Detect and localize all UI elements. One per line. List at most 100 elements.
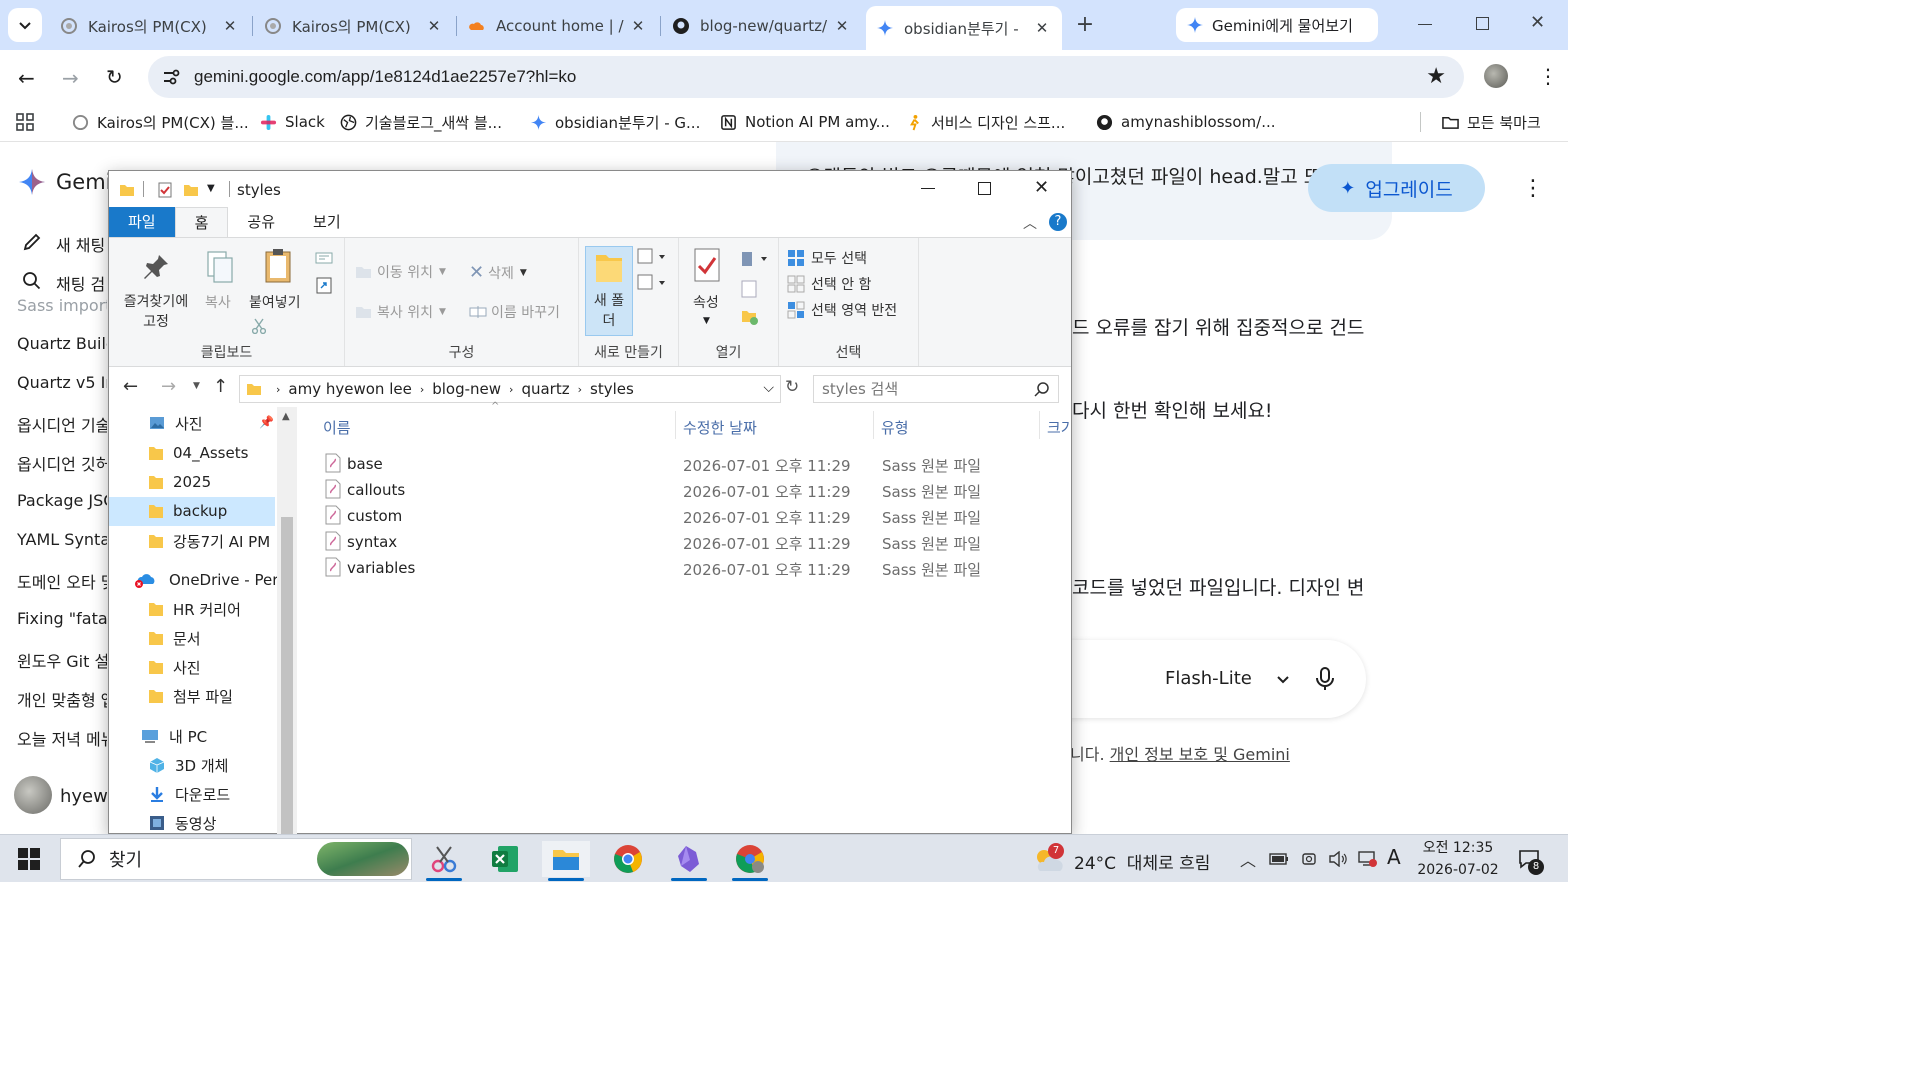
properties-quick-icon[interactable] [157,182,173,198]
nav-item-folder[interactable]: 2025 [149,468,211,496]
column-header-size[interactable]: 크기 [1047,417,1071,438]
close-window-icon[interactable]: ✕ [1530,12,1545,33]
column-header-name[interactable]: 이름 [323,417,351,438]
recent-locations-icon[interactable]: ▼ [193,381,200,391]
volume-icon[interactable] [1328,851,1348,867]
path-dropdown-icon[interactable]: ⌵ [763,380,774,396]
taskbar-app-chrome-profile[interactable] [726,841,774,881]
nav-item-pictures[interactable]: 사진 [149,409,203,437]
ask-gemini-button[interactable]: Gemini에게 물어보기 [1176,8,1378,42]
breadcrumb-segment[interactable]: amy hyewon lee [288,380,411,398]
new-folder-button[interactable]: 새 폴더 [585,246,633,336]
tab-search-button[interactable] [8,8,42,42]
copy-button[interactable]: 복사 [205,292,231,312]
apps-grid-icon[interactable] [16,113,34,131]
bookmark-item[interactable]: 서비스 디자인 스프... [906,110,1065,134]
breadcrumb-segment[interactable]: quartz [521,380,569,398]
close-tab-icon[interactable]: ✕ [424,17,444,35]
bookmark-item[interactable]: Kairos의 PM(CX) 블... [72,110,249,134]
recent-chat-item[interactable]: Package JSC [17,491,107,510]
easy-access-icon[interactable] [637,274,667,292]
nav-item-onedrive[interactable]: OneDrive - Perso [131,566,295,594]
more-options-icon[interactable]: ⋮ [1522,176,1544,201]
breadcrumb-segment[interactable]: blog-new [432,380,501,398]
back-icon[interactable]: ← [123,376,138,397]
collapse-ribbon-icon[interactable]: ︿ [1023,213,1037,233]
privacy-link[interactable]: 개인 정보 보호 및 Gemini [1110,745,1290,764]
recent-chat-item[interactable]: 개인 맞춤형 앱 [17,687,107,711]
delete-button[interactable]: ✕ 삭제 ▼ [469,262,527,283]
nav-scroll-thumb[interactable] [281,517,293,835]
profile-avatar[interactable] [1484,64,1508,88]
nav-item-folder[interactable]: 강동7기 AI PM [149,527,270,555]
recent-chat-item[interactable]: 옵시디언 기술 [17,412,107,436]
browser-tab[interactable]: Kairos의 PM(CX) ✕ [254,8,454,44]
select-all-button[interactable]: 모두 선택 [787,248,867,268]
open-icon[interactable] [741,250,769,268]
upgrade-button[interactable]: ✦ 업그레이드 [1308,164,1485,212]
taskbar-app-snipping[interactable] [420,841,468,881]
nav-item-folder[interactable]: 04_Assets [149,439,248,467]
recent-chat-item[interactable]: YAML Syntax [17,530,107,549]
user-avatar[interactable] [14,776,52,814]
recent-chat-item[interactable]: 옵시디언 깃허 [17,451,107,475]
reload-icon[interactable]: ↻ [106,65,123,89]
taskbar-app-excel[interactable] [481,841,529,877]
column-header-type[interactable]: 유형 [881,417,909,438]
new-tab-button[interactable]: + [1072,12,1098,38]
tab-view[interactable]: 보기 [294,207,360,237]
close-tab-icon[interactable]: ✕ [1032,19,1052,37]
nav-item-videos[interactable]: 동영상 [149,809,216,835]
quick-access-dropdown-icon[interactable]: ▼ [207,183,215,194]
file-row[interactable]: base 2026-07-01 오후 11:29 Sass 원본 파일 [323,451,1063,477]
minimize-window-icon[interactable] [1418,24,1432,25]
new-chat-button[interactable]: 새 채팅 [56,232,106,256]
file-row[interactable]: custom 2026-07-01 오후 11:29 Sass 원본 파일 [323,503,1063,529]
recent-chat-item[interactable]: Sass import [17,296,107,315]
nav-item-folder-selected[interactable]: backup [149,497,227,525]
move-to-button[interactable]: 이동 위치 ▼ [355,262,446,282]
nav-scrollbar[interactable]: ▲ [277,407,297,835]
history-icon[interactable] [741,308,759,326]
new-folder-quick-icon[interactable] [183,182,199,198]
tab-file[interactable]: 파일 [109,207,175,237]
file-row[interactable]: syntax 2026-07-01 오후 11:29 Sass 원본 파일 [323,529,1063,555]
browser-tab[interactable]: Kairos의 PM(CX) ✕ [50,8,250,44]
taskbar-app-explorer[interactable] [542,841,590,881]
camera-icon[interactable] [1301,851,1317,867]
bookmark-item[interactable]: Notion AI PM amy... [720,110,890,134]
nav-item-folder[interactable]: 문서 [149,624,201,652]
close-tab-icon[interactable]: ✕ [220,17,240,35]
clock[interactable]: 오전 12:35 2026-07-02 [1414,837,1502,881]
breadcrumb[interactable]: › amy hyewon lee › blog-new › quartz › s… [239,375,781,403]
file-row[interactable]: variables 2026-07-01 오후 11:29 Sass 원본 파일 [323,555,1063,581]
browser-tab-active[interactable]: obsidian분투기 - ✕ [866,6,1062,50]
up-icon[interactable]: ↑ [213,376,228,397]
recent-chat-item[interactable]: 도메인 오타 및 [17,569,107,593]
show-hidden-icons[interactable]: ︿ [1240,847,1256,871]
nav-item-downloads[interactable]: 다운로드 [149,780,230,808]
forward-icon[interactable]: → [62,66,79,90]
select-none-button[interactable]: 선택 안 함 [787,274,871,294]
ime-indicator[interactable]: A [1387,845,1401,869]
taskbar-app-obsidian[interactable] [665,841,713,881]
restore-window-icon[interactable] [1476,17,1489,30]
bookmark-item[interactable]: 기술블로그_새싹 블... [340,110,502,134]
explorer-search-input[interactable]: styles 검색 [813,375,1059,403]
pin-to-quick-access-button[interactable]: 즐겨찾기에 고정 [117,292,195,332]
network-error-icon[interactable] [1358,850,1378,868]
nav-item-3d-objects[interactable]: 3D 개체 [149,751,228,779]
recent-chat-item[interactable]: Quartz v5 Im [17,373,107,392]
model-picker[interactable]: Flash-Lite [1165,668,1290,689]
rename-button[interactable]: 이름 바꾸기 [469,302,560,322]
microphone-icon[interactable] [1315,667,1335,691]
taskbar-app-chrome[interactable] [604,841,652,877]
all-bookmarks-button[interactable]: 모든 북마크 [1442,110,1541,134]
recent-chat-item[interactable]: Fixing "fatal: [17,609,107,628]
breadcrumb-segment[interactable]: styles [590,380,634,398]
bookmark-star-icon[interactable]: ★ [1426,64,1446,89]
omnibox[interactable]: gemini.google.com/app/1e8124d1ae2257e7?h… [148,56,1464,98]
file-row[interactable]: callouts 2026-07-01 오후 11:29 Sass 원본 파일 [323,477,1063,503]
new-item-icon[interactable] [637,248,667,266]
nav-item-folder[interactable]: HR 커리어 [149,595,241,623]
